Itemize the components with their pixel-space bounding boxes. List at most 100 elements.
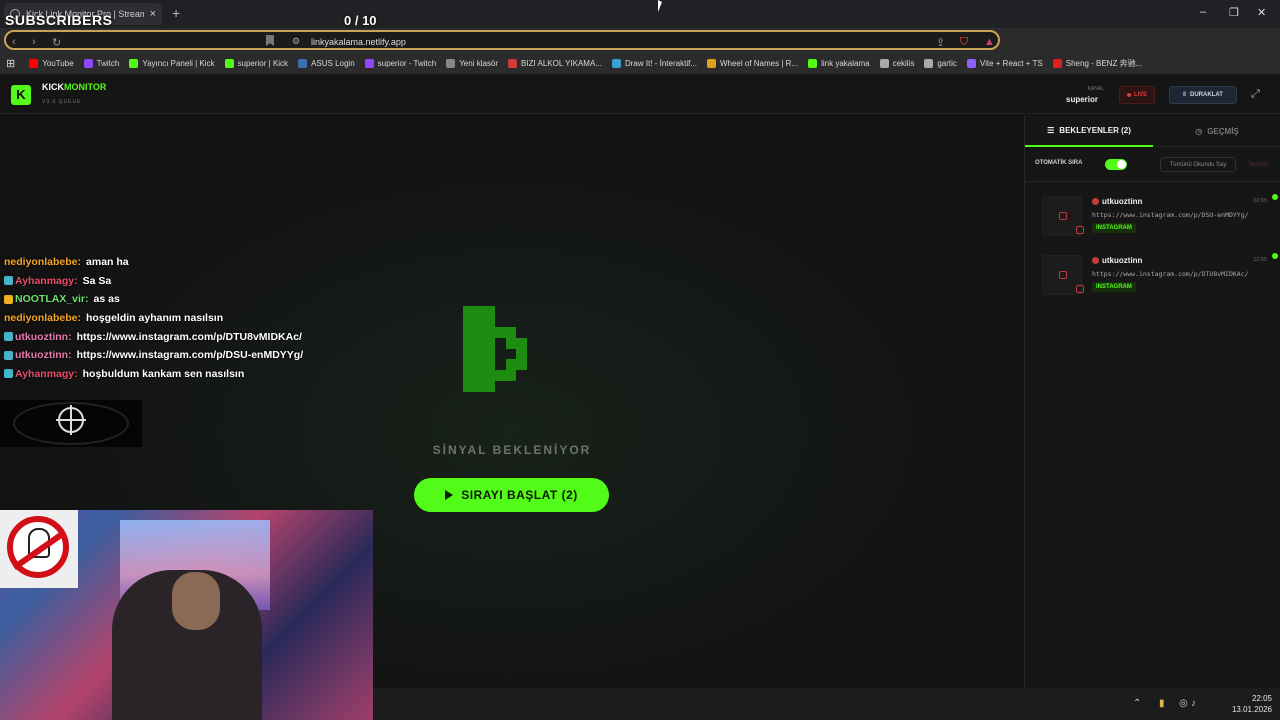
chat-username: NOOTLAX_vir:	[15, 293, 89, 306]
back-icon[interactable]: ‹	[12, 36, 16, 48]
bookmark-favicon-icon	[83, 58, 93, 68]
waiting-signal-text: SİNYAL BEKLENİYOR	[432, 443, 592, 457]
brave-shield-icon[interactable]: ⛉	[960, 36, 968, 49]
external-link-icon[interactable]: ⤢	[1251, 88, 1260, 101]
pause-button[interactable]: ‖ DURAKLAT	[1169, 86, 1237, 104]
bookmark-item[interactable]: superior | Kick	[224, 58, 288, 68]
close-tab-icon[interactable]: ×	[150, 8, 156, 20]
volume-icon[interactable]: ♪	[1191, 698, 1196, 709]
bookmark-label: Wheel of Names | R...	[719, 58, 799, 68]
rewards-icon[interactable]: ▲	[984, 36, 995, 48]
taskbar-clock[interactable]: 22:05 13.01.2026	[1212, 693, 1272, 715]
list-icon: ☰	[1047, 125, 1055, 135]
new-tab-button[interactable]: +	[172, 5, 180, 21]
window-close-icon[interactable]: ✕	[1257, 6, 1266, 19]
bookmark-favicon-icon	[508, 58, 518, 68]
pause-icon: ‖	[1183, 92, 1187, 98]
bookmark-item[interactable]: YouTube	[29, 58, 74, 68]
bookmark-label: superior - Twitch	[377, 58, 437, 68]
address-bar[interactable]: ‹ › ↻ ⚙ linkyakalama.netlify.app ⇪ ⛉ ▲	[4, 30, 1000, 50]
restore-icon[interactable]: ❐	[1229, 6, 1239, 19]
chat-message: nediyonlabebe: hoşgeldin ayhanım nasılsın	[0, 309, 380, 328]
subscribers-overlay-label: SUBSCRIBERS	[5, 12, 113, 28]
mark-all-read-button[interactable]: Tümünü Okundu Say	[1160, 157, 1236, 172]
brand-title-white: KICK	[42, 82, 64, 92]
kick-logo: K	[11, 85, 31, 105]
auto-queue-toggle[interactable]	[1105, 159, 1127, 170]
auto-queue-label: OTOMATİK SIRA	[1035, 160, 1083, 166]
queue-tabs: ☰ BEKLEYENLER (2) ◷ GEÇMİŞ	[1025, 115, 1280, 147]
queue-card[interactable]: utkuoztinn 22:05 https://www.instagram.com…	[1037, 194, 1278, 244]
channel-label: KANAL	[1087, 86, 1104, 92]
bookmark-favicon-icon	[129, 58, 139, 68]
forward-icon[interactable]: ›	[32, 36, 36, 48]
queue-link[interactable]: https://www.instagram.com/p/DSU-enMDYYg/	[1092, 211, 1249, 219]
pause-label: DURAKLAT	[1190, 92, 1223, 98]
bookmark-item[interactable]: link yakalama	[808, 58, 870, 68]
instagram-small-icon	[1076, 285, 1084, 293]
bookmark-favicon-icon	[364, 58, 374, 68]
bookmark-label: ASUS Login	[311, 58, 355, 68]
bookmark-favicon-icon	[224, 58, 234, 68]
link-thumbnail	[1042, 196, 1084, 236]
bookmark-icon[interactable]	[266, 35, 274, 46]
app-tray-icon[interactable]: ▮	[1159, 698, 1165, 709]
bookmark-item[interactable]: Sheng - BENZ 奔驰...	[1052, 58, 1142, 69]
bookmark-favicon-icon	[706, 58, 716, 68]
tray-chevron-icon[interactable]: ⌃	[1133, 698, 1141, 709]
live-badge: LIVE	[1119, 86, 1155, 104]
chat-message: Ayhanmagy: Sa Sa	[0, 272, 380, 291]
platform-badge: INSTAGRAM	[1092, 223, 1136, 233]
minimize-icon[interactable]: –	[1200, 6, 1206, 18]
tab-waiting[interactable]: ☰ BEKLEYENLER (2)	[1025, 115, 1153, 147]
chat-message: utkuoztinn: https://www.instagram.com/p/D…	[0, 327, 380, 346]
address-row: ‹ › ↻ ⚙ linkyakalama.netlify.app ⇪ ⛉ ▲ ☰	[0, 28, 1280, 72]
bookmark-favicon-icon	[446, 58, 456, 68]
bookmark-item[interactable]: Twitch	[83, 58, 119, 68]
chat-text: https://www.instagram.com/p/DSU-enMDYYg/	[76, 349, 304, 362]
chat-username: nediyonlabebe:	[4, 256, 82, 269]
tab-history-label: GEÇMİŞ	[1207, 126, 1239, 136]
queue-username: utkuoztinn	[1102, 256, 1143, 265]
chat-text: https://www.instagram.com/p/DTU8vMIDKAc/	[76, 330, 302, 343]
network-icon[interactable]: ◎	[1179, 698, 1188, 709]
bookmark-item[interactable]: superior - Twitch	[364, 58, 437, 68]
queue-panel: ☰ BEKLEYENLER (2) ◷ GEÇMİŞ OTOMATİK SIRA…	[1024, 115, 1280, 688]
clear-button[interactable]: Temizle	[1241, 157, 1275, 172]
bookmark-favicon-icon	[298, 58, 308, 68]
taskbar: ⌃ ▮ ◎ ♪	[373, 688, 1280, 720]
bookmark-item[interactable]: Yeni klasör	[446, 58, 499, 68]
site-info-icon[interactable]: ⚙	[292, 36, 300, 47]
user-badge-icon	[1092, 198, 1099, 205]
queue-user: utkuoztinn	[1092, 197, 1142, 206]
bookmark-label: Yeni klasör	[459, 58, 499, 68]
reload-icon[interactable]: ↻	[52, 36, 61, 49]
start-queue-button[interactable]: SIRAYI BAŞLAT (2)	[414, 478, 609, 512]
bookmark-item[interactable]: gartic	[924, 58, 957, 68]
clock-time: 22:05	[1251, 694, 1272, 703]
bookmark-favicon-icon	[879, 58, 889, 68]
tab-history[interactable]: ◷ GEÇMİŞ	[1153, 115, 1280, 147]
queue-card[interactable]: utkuoztinn 22:05 https://www.instagram.com…	[1037, 253, 1278, 303]
bookmark-label: YouTube	[42, 58, 74, 68]
share-icon[interactable]: ⇪	[936, 36, 945, 49]
bookmark-item[interactable]: Draw It! - İnteraktif...	[611, 58, 697, 68]
streamer-head	[172, 572, 220, 630]
browser-tab-bar: Kick Link Monitor Pro | Stream D × + – ❐…	[0, 0, 1280, 28]
version-label: V3.0 QUEUE	[42, 99, 82, 105]
chat-username: utkuoztinn:	[15, 349, 72, 362]
bookmark-item[interactable]: Wheel of Names | R...	[706, 58, 799, 68]
url-text: linkyakalama.netlify.app	[311, 37, 406, 47]
bookmark-item[interactable]: BIZI ALKOL YIKAMA...	[508, 58, 602, 68]
bookmark-item[interactable]: ASUS Login	[298, 58, 355, 68]
ghostbusters-logo-icon	[0, 510, 78, 588]
bookmark-item[interactable]: Yayıncı Paneli | Kick	[129, 58, 215, 68]
bookmark-item[interactable]: Vite + React + TS	[966, 58, 1043, 68]
apps-icon[interactable]: ⊞	[6, 57, 15, 70]
live-label: LIVE	[1133, 92, 1148, 98]
queue-link[interactable]: https://www.instagram.com/p/DTU8vMIDKAc/	[1092, 270, 1249, 278]
chat-text: as as	[93, 293, 120, 306]
bookmark-favicon-icon	[924, 58, 934, 68]
bookmark-item[interactable]: cekilis	[879, 58, 914, 68]
bookmark-label: BIZI ALKOL YIKAMA...	[521, 58, 602, 68]
